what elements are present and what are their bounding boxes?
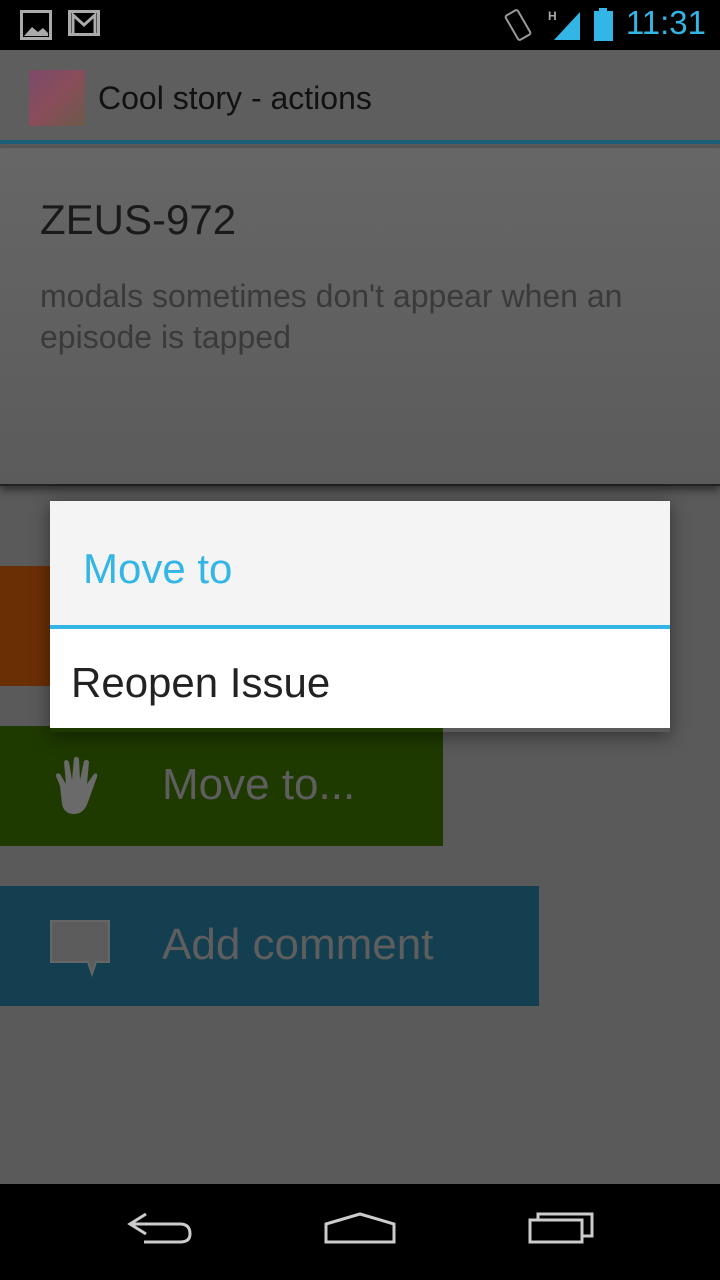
vibrate-icon [504,9,532,41]
jira-app-icon[interactable] [29,70,85,126]
hand-icon [56,756,98,814]
move-to-button[interactable]: Move to... [0,726,443,846]
issue-key: ZEUS-972 [40,196,237,243]
recents-icon[interactable] [526,1206,598,1250]
action-bar: Cool story - actions [0,50,720,144]
dialog-item-label: Reopen Issue [71,659,331,706]
battery-icon [594,8,613,41]
clock: 11:31 [625,4,706,41]
move-to-label: Move to... [162,760,356,809]
add-comment-label: Add comment [162,920,434,969]
move-to-dialog: Move to Reopen Issue [50,501,670,732]
home-icon[interactable] [322,1206,398,1250]
image-icon [20,10,52,40]
dialog-title: Move to [83,545,233,592]
nav-bar [0,1184,720,1280]
issue-summary: modals sometimes don't appear when an ep… [40,278,623,355]
issue-panel: ZEUS-972 modals sometimes don't appear w… [0,148,720,486]
comment-icon [50,920,110,978]
dialog-header: Move to [50,501,670,629]
status-bar: H 11:31 [0,0,720,50]
gmail-icon [68,10,100,36]
network-type: H [548,9,557,23]
back-icon[interactable] [124,1206,196,1250]
add-comment-button[interactable]: Add comment [0,886,539,1006]
dialog-item-reopen-issue[interactable]: Reopen Issue [50,629,670,728]
signal-icon: H [548,9,580,40]
screen-title: Cool story - actions [98,80,372,116]
